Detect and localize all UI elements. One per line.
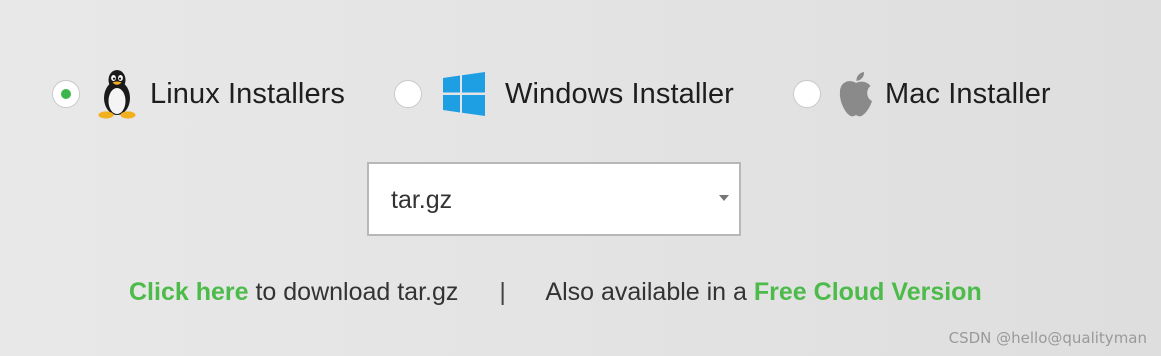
selected-format-value: tar.gz bbox=[391, 186, 453, 214]
windows-logo-icon bbox=[442, 71, 486, 117]
download-line: Click here to download tar.gz | Also ava… bbox=[129, 270, 982, 314]
package-format-select[interactable]: tar.gz bbox=[367, 162, 741, 236]
tux-penguin-icon bbox=[94, 68, 140, 120]
also-available-text: Also available in a bbox=[545, 278, 747, 306]
linux-installers-label: Linux Installers bbox=[150, 77, 346, 110]
mac-installer-label: Mac Installer bbox=[885, 77, 1051, 110]
chevron-down-icon bbox=[719, 195, 729, 201]
apple-logo-icon bbox=[837, 70, 875, 118]
click-here-download-link[interactable]: Click here bbox=[129, 278, 249, 306]
windows-installer-label: Windows Installer bbox=[505, 77, 734, 110]
windows-installer-option[interactable]: Windows Installer bbox=[394, 62, 734, 126]
mac-radio[interactable] bbox=[793, 80, 821, 108]
csdn-watermark: CSDN @hello@qualityman bbox=[948, 329, 1147, 347]
linux-installers-option[interactable]: Linux Installers bbox=[52, 62, 345, 126]
radio-selected-dot bbox=[61, 89, 71, 99]
mac-installer-option[interactable]: Mac Installer bbox=[793, 62, 1051, 126]
installer-options: Linux Installers Windows Installer Mac I… bbox=[0, 62, 1161, 126]
linux-radio[interactable] bbox=[52, 80, 80, 108]
separator: | bbox=[499, 278, 506, 306]
download-description: to download tar.gz bbox=[255, 278, 459, 306]
free-cloud-version-link[interactable]: Free Cloud Version bbox=[754, 278, 982, 306]
windows-radio[interactable] bbox=[394, 80, 422, 108]
